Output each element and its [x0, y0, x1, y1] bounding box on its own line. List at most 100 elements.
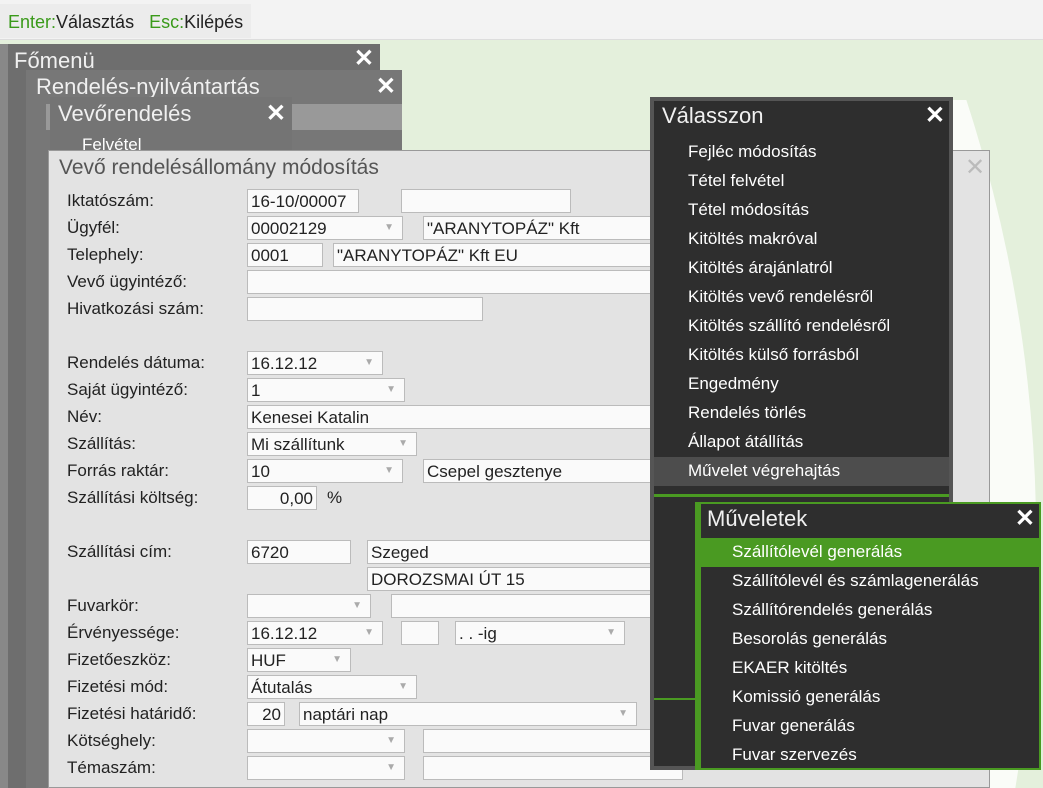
- field-input[interactable]: [247, 594, 371, 618]
- field-label: Fuvarkör:: [67, 596, 139, 615]
- menu-item[interactable]: EKAER kitöltés: [701, 654, 1039, 683]
- field-input[interactable]: Szeged: [367, 540, 697, 564]
- field-input[interactable]: 0,00: [247, 486, 317, 510]
- field-input[interactable]: 16.12.12: [247, 621, 383, 645]
- menu-item-label: Tétel módosítás: [688, 200, 809, 219]
- menu-item[interactable]: Kitöltés szállító rendelésről: [654, 312, 949, 341]
- field-label: Iktatószám:: [67, 191, 154, 210]
- close-icon[interactable]: ✕: [354, 44, 374, 73]
- menu-item-label: Fejléc módosítás: [688, 142, 817, 161]
- field-label: Név:: [67, 407, 102, 426]
- field-input[interactable]: Mi szállítunk: [247, 432, 417, 456]
- divider: [654, 494, 949, 497]
- field-input[interactable]: naptári nap: [299, 702, 637, 726]
- menu-item-label: Állapot átállítás: [688, 432, 804, 451]
- enter-key: Enter:: [8, 12, 57, 32]
- close-icon[interactable]: ✕: [965, 153, 985, 182]
- field-input[interactable]: HUF: [247, 648, 351, 672]
- field-input[interactable]: [391, 594, 691, 618]
- enter-hint[interactable]: Választás: [56, 12, 134, 32]
- menu-title: Válasszon: [662, 103, 764, 128]
- unit-label: %: [327, 488, 343, 507]
- field-input[interactable]: . . -ig: [455, 621, 625, 645]
- field-input[interactable]: "ARANYTOPÁZ" Kft EU: [333, 243, 693, 267]
- menu-item-label: EKAER kitöltés: [732, 658, 848, 677]
- menu-item-label: Rendelés törlés: [688, 403, 807, 422]
- menu-item-label: Kitöltés makróval: [688, 229, 818, 248]
- operations-menu: Műveletek ✕ Szállítólevél generálás Száll…: [695, 502, 1041, 770]
- field-input[interactable]: 0001: [247, 243, 323, 267]
- field-input[interactable]: [401, 621, 439, 645]
- menu-item[interactable]: Kitöltés makróval: [654, 225, 949, 254]
- menu-item-label: Kitöltés vevő rendelésről: [688, 287, 874, 306]
- menu-item-label: Művelet végrehajtás: [688, 461, 841, 480]
- menu-item[interactable]: Tétel módosítás: [654, 196, 949, 225]
- field-input[interactable]: DOROZSMAI ÚT 15: [367, 567, 697, 591]
- field-label: Fizetési határidő:: [67, 704, 197, 723]
- field-label: Szállítási cím:: [67, 542, 172, 561]
- menu-title: Műveletek: [707, 506, 808, 531]
- menu-item[interactable]: Fejléc módosítás: [654, 138, 949, 167]
- menu-item[interactable]: Komissió generálás: [701, 683, 1039, 712]
- menu-item[interactable]: Engedmény: [654, 370, 949, 399]
- close-icon[interactable]: ✕: [376, 72, 396, 101]
- field-input[interactable]: [401, 189, 571, 213]
- menu-item-label: Fuvar szervezés: [732, 745, 857, 764]
- close-icon[interactable]: ✕: [266, 99, 286, 128]
- menu-item-label: Szállítórendelés generálás: [732, 600, 933, 619]
- menu-item-label: Engedmény: [688, 374, 779, 393]
- form-title: Vevő rendelésállomány módosítás: [59, 156, 379, 179]
- close-icon[interactable]: ✕: [925, 101, 945, 130]
- menu-item-label: Fuvar generálás: [732, 716, 855, 735]
- menu-item[interactable]: Szállítólevél és számlagenerálás: [701, 567, 1039, 596]
- field-label: Érvényessége:: [67, 623, 180, 642]
- menu-item-label: Kitöltés külső forrásból: [688, 345, 860, 364]
- field-input[interactable]: [247, 270, 667, 294]
- menu-item[interactable]: Kitöltés vevő rendelésről: [654, 283, 949, 312]
- esc-key: Esc:: [149, 12, 185, 32]
- field-label: Forrás raktár:: [67, 461, 170, 480]
- field-label: Vevő ügyintéző:: [67, 272, 188, 291]
- window-title: Vevőrendelés: [58, 101, 192, 126]
- field-input[interactable]: 6720: [247, 540, 351, 564]
- field-input[interactable]: 16-10/00007: [247, 189, 359, 213]
- customer-order-window: Vevőrendelés ✕ Felvétel: [50, 97, 292, 157]
- menu-item[interactable]: Besorolás generálás: [701, 625, 1039, 654]
- field-input[interactable]: [423, 729, 683, 753]
- field-label: Hivatkozási szám:: [67, 299, 204, 318]
- esc-hint[interactable]: Kilépés: [184, 12, 243, 32]
- field-label: Rendelés dátuma:: [67, 353, 205, 372]
- field-input[interactable]: [247, 756, 405, 780]
- menu-item-label: Kitöltés árajánlatról: [688, 258, 833, 277]
- menu-item[interactable]: Szállítórendelés generálás: [701, 596, 1039, 625]
- field-label: Ügyfél:: [67, 218, 120, 237]
- menu-item[interactable]: Művelet végrehajtás: [654, 457, 949, 486]
- field-input[interactable]: "ARANYTOPÁZ" Kft: [423, 216, 683, 240]
- menu-item[interactable]: Fuvar generálás: [701, 712, 1039, 741]
- menu-item[interactable]: Állapot átállítás: [654, 428, 949, 457]
- close-icon[interactable]: ✕: [1015, 504, 1035, 533]
- field-input[interactable]: Átutalás: [247, 675, 417, 699]
- field-input[interactable]: 1: [247, 378, 405, 402]
- field-input[interactable]: [247, 729, 405, 753]
- menu-item[interactable]: Fuvar szervezés: [701, 741, 1039, 770]
- field-label: Témaszám:: [67, 758, 156, 777]
- field-label: Szállítási költség:: [67, 488, 199, 507]
- field-input[interactable]: 16.12.12: [247, 351, 383, 375]
- menu-item-label: Tétel felvétel: [688, 171, 785, 190]
- field-input[interactable]: Csepel gesztenye: [423, 459, 683, 483]
- field-input[interactable]: [423, 756, 683, 780]
- field-input[interactable]: 20: [247, 702, 285, 726]
- menu-item[interactable]: Szállítólevél generálás: [701, 538, 1039, 567]
- menu-item[interactable]: Kitöltés külső forrásból: [654, 341, 949, 370]
- field-label: Kötséghely:: [67, 731, 156, 750]
- menu-item-label: Besorolás generálás: [732, 629, 887, 648]
- field-input[interactable]: [247, 297, 483, 321]
- field-input[interactable]: 00002129: [247, 216, 403, 240]
- field-label: Telephely:: [67, 245, 144, 264]
- field-input[interactable]: Kenesei Katalin: [247, 405, 667, 429]
- menu-item[interactable]: Rendelés törlés: [654, 399, 949, 428]
- menu-item[interactable]: Tétel felvétel: [654, 167, 949, 196]
- menu-item[interactable]: Kitöltés árajánlatról: [654, 254, 949, 283]
- field-input[interactable]: 10: [247, 459, 403, 483]
